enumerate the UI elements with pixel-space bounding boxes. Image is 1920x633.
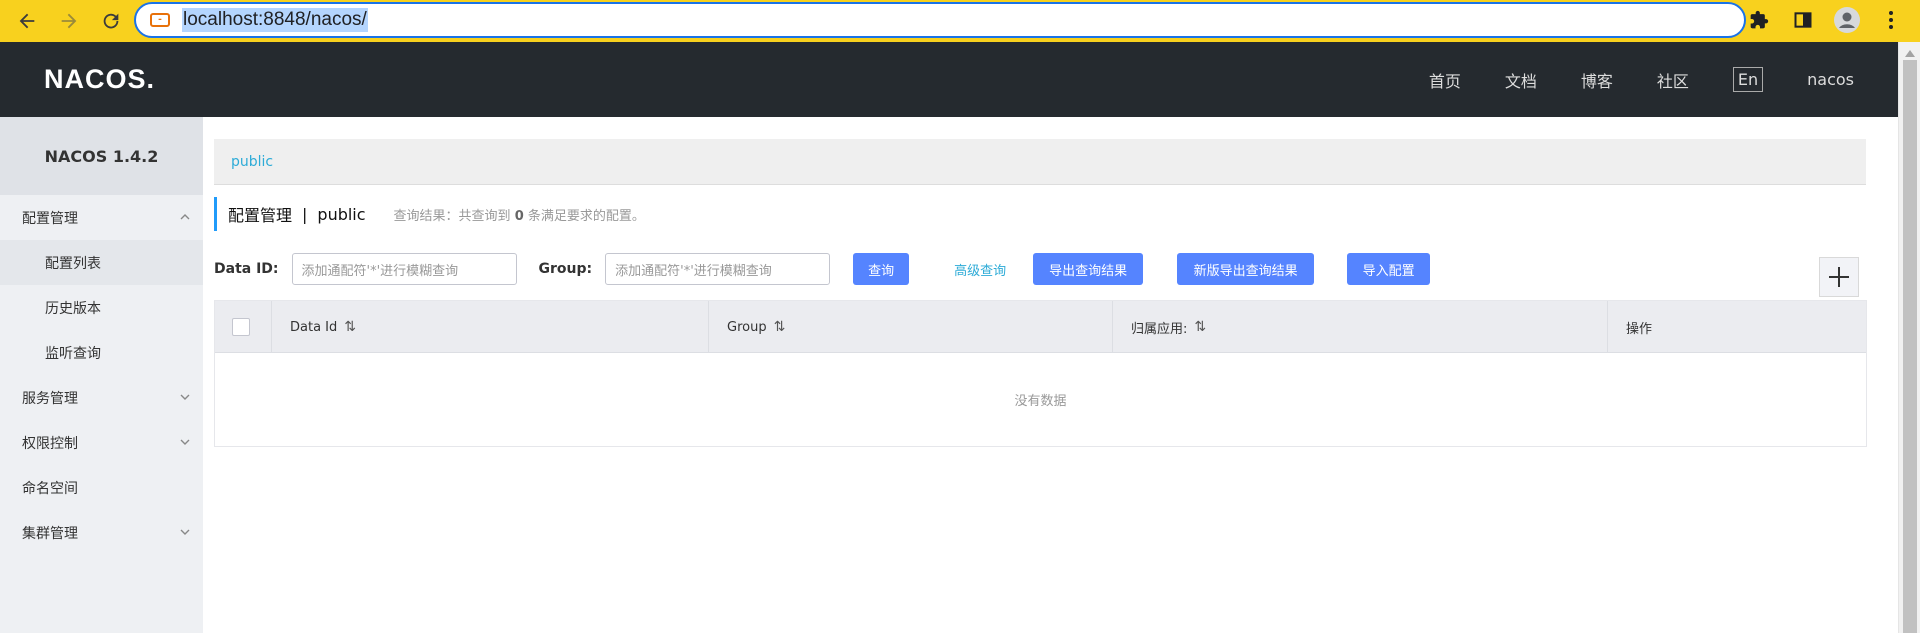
- chevron-up-icon: [180, 214, 190, 220]
- column-label: Group: [727, 319, 767, 335]
- data-id-input[interactable]: 添加通配符'*'进行模糊查询: [291, 253, 517, 285]
- summary-count: 0: [514, 208, 524, 224]
- select-all-checkbox[interactable]: [232, 318, 250, 336]
- back-arrow-icon[interactable]: [12, 6, 42, 36]
- url-text[interactable]: localhost:8848/nacos/: [182, 8, 368, 32]
- column-app[interactable]: 归属应用: ⇅: [1113, 301, 1608, 353]
- sidebar-item-access-control[interactable]: 权限控制: [0, 420, 203, 465]
- column-label: 操作: [1626, 321, 1653, 337]
- address-bar[interactable]: - localhost:8848/nacos/: [134, 2, 1746, 38]
- plus-icon: [1829, 267, 1849, 287]
- app-header: NACOS. 首页 文档 博客 社区 En nacos: [0, 42, 1898, 117]
- scroll-thumb[interactable]: [1903, 60, 1917, 633]
- page-title-row: 配置管理 | public 查询结果：共查询到 0 条满足要求的配置。: [214, 197, 645, 231]
- sort-icon[interactable]: ⇅: [344, 319, 356, 335]
- sidebar: NACOS 1.4.2 配置管理 配置列表 历史版本 监听查询 服务管理 权限控…: [0, 117, 203, 633]
- sidebar-item-label: 集群管理: [22, 525, 78, 542]
- group-label: Group:: [538, 261, 593, 277]
- sidebar-item-label: 命名空间: [22, 480, 78, 497]
- sidebar-item-config-list[interactable]: 配置列表: [0, 240, 203, 285]
- top-nav: 首页 文档 博客 社区 En nacos: [1385, 42, 1854, 117]
- table-empty-state: 没有数据: [1014, 394, 1067, 409]
- browser-toolbar: - localhost:8848/nacos/: [0, 0, 1920, 42]
- import-config-button[interactable]: 导入配置: [1347, 253, 1431, 285]
- table-header: Data Id ⇅ Group ⇅ 归属应用: ⇅ 操作: [215, 301, 1866, 353]
- column-data-id[interactable]: Data Id ⇅: [272, 301, 709, 353]
- config-table: Data Id ⇅ Group ⇅ 归属应用: ⇅ 操作 没有数据: [214, 300, 1867, 447]
- sidebar-item-label: 历史版本: [45, 300, 101, 317]
- title-separator: |: [302, 204, 308, 224]
- group-input[interactable]: 添加通配符'*'进行模糊查询: [605, 253, 831, 285]
- sidebar-item-label: 配置管理: [22, 210, 78, 227]
- select-all-cell: [215, 301, 272, 353]
- query-summary: 查询结果：共查询到 0 条满足要求的配置。: [394, 205, 645, 224]
- column-label: Data Id: [290, 319, 338, 335]
- sidebar-item-label: 配置列表: [45, 255, 101, 272]
- sidebar-item-label: 服务管理: [22, 390, 78, 407]
- column-group[interactable]: Group ⇅: [709, 301, 1113, 353]
- nav-blog[interactable]: 博客: [1581, 68, 1613, 92]
- user-menu[interactable]: nacos: [1807, 70, 1854, 89]
- sidebar-item-label: 权限控制: [22, 435, 78, 452]
- page-title: 配置管理: [228, 206, 293, 225]
- export-new-button[interactable]: 新版导出查询结果: [1177, 253, 1315, 285]
- profile-avatar-icon[interactable]: [1832, 5, 1862, 35]
- sidebar-item-namespace[interactable]: 命名空间: [0, 465, 203, 510]
- nav-docs[interactable]: 文档: [1505, 68, 1537, 92]
- scroll-up-arrow-icon[interactable]: [1905, 50, 1915, 57]
- main-content: public 配置管理 | public 查询结果：共查询到 0 条满足要求的配…: [203, 117, 1898, 633]
- data-id-label: Data ID:: [214, 261, 279, 277]
- side-panel-icon[interactable]: [1788, 5, 1818, 35]
- add-config-button[interactable]: [1819, 257, 1859, 297]
- more-menu-icon[interactable]: [1876, 5, 1906, 35]
- sort-icon[interactable]: ⇅: [774, 319, 786, 335]
- sidebar-item-cluster-management[interactable]: 集群管理: [0, 510, 203, 555]
- summary-suffix: 条满足要求的配置。: [527, 208, 645, 224]
- sidebar-item-history[interactable]: 历史版本: [0, 285, 203, 330]
- page-scrollbar[interactable]: [1898, 42, 1920, 633]
- site-info-icon[interactable]: -: [150, 13, 170, 27]
- sidebar-item-service-management[interactable]: 服务管理: [0, 375, 203, 420]
- nacos-logo[interactable]: NACOS.: [44, 64, 155, 95]
- export-results-button[interactable]: 导出查询结果: [1033, 253, 1144, 285]
- nav-home[interactable]: 首页: [1429, 68, 1461, 92]
- nav-community[interactable]: 社区: [1657, 68, 1689, 92]
- column-label: 归属应用:: [1131, 321, 1188, 337]
- chevron-down-icon: [180, 394, 190, 400]
- namespace-tab-public[interactable]: public: [231, 154, 273, 170]
- sort-icon[interactable]: ⇅: [1194, 319, 1206, 335]
- extensions-icon[interactable]: [1744, 5, 1774, 35]
- namespace-bar: public: [214, 139, 1866, 185]
- sidebar-item-listener-query[interactable]: 监听查询: [0, 330, 203, 375]
- language-toggle[interactable]: En: [1732, 67, 1764, 92]
- column-actions: 操作: [1608, 301, 1866, 353]
- sidebar-item-config-management[interactable]: 配置管理: [0, 195, 203, 240]
- summary-prefix: 查询结果：共查询到: [393, 208, 511, 224]
- query-button[interactable]: 查询: [853, 253, 910, 285]
- chevron-down-icon: [180, 439, 190, 445]
- chevron-down-icon: [180, 529, 190, 535]
- reload-icon[interactable]: [96, 6, 126, 36]
- forward-arrow-icon[interactable]: [54, 6, 84, 36]
- advanced-query-link[interactable]: 高级查询: [954, 260, 1006, 279]
- sidebar-item-label: 监听查询: [45, 345, 101, 362]
- current-namespace: public: [317, 204, 366, 224]
- version-label: NACOS 1.4.2: [0, 117, 203, 195]
- search-form: Data ID: 添加通配符'*'进行模糊查询 Group: 添加通配符'*'进…: [214, 252, 1431, 286]
